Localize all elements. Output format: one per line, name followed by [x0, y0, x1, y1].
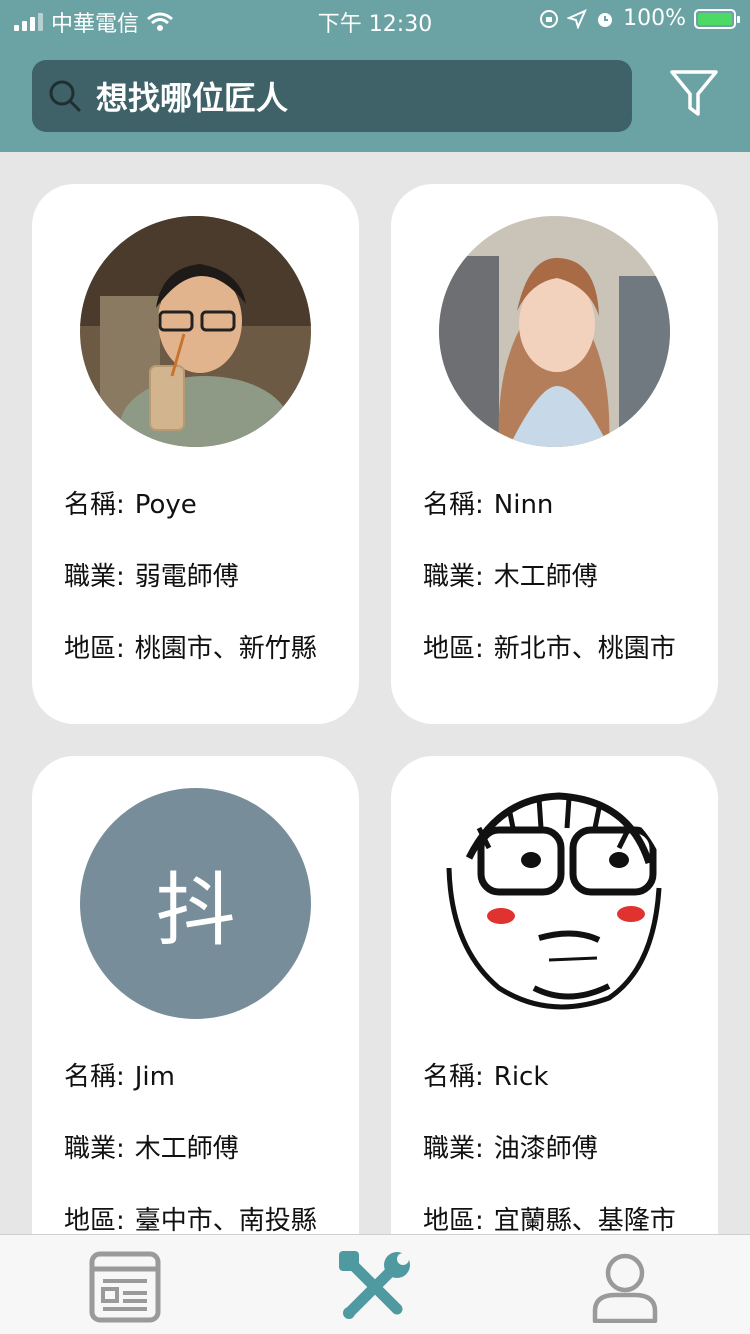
area-value: 臺中市、南投縣: [134, 1206, 317, 1234]
tools-icon: [339, 1251, 410, 1319]
job-value: 木工師傅: [493, 562, 598, 592]
craftsman-grid: 名稱: Poye 職業: 弱電師傅 地區: 桃園市、新竹縣 名稱: Ninn 職業: 木: [32, 184, 718, 1234]
article-icon: [89, 1251, 161, 1323]
craftsman-card[interactable]: 抖 名稱: Jim 職業: 木工師傅 地區: 臺中市、南投縣: [32, 756, 359, 1234]
filter-icon[interactable]: [668, 68, 720, 120]
craftsman-card[interactable]: 名稱: Poye 職業: 弱電師傅 地區: 桃園市、新竹縣: [32, 184, 359, 724]
orientation-lock-icon: [540, 9, 559, 28]
search-bar[interactable]: 想找哪位匠人: [32, 60, 632, 132]
search-placeholder: 想找哪位匠人: [96, 79, 289, 117]
avatar-initial: 抖: [155, 863, 236, 957]
name-row: 名稱: Poye: [64, 490, 197, 520]
job-value: 弱電師傅: [134, 562, 239, 592]
name-value: Rick: [493, 1062, 549, 1092]
avatar: [80, 216, 311, 447]
name-value: Jim: [134, 1062, 175, 1092]
battery-icon: [694, 8, 740, 29]
tab-craftsmen[interactable]: [335, 1247, 415, 1327]
name-row: 名稱: Ninn: [423, 490, 554, 520]
tab-articles[interactable]: [85, 1247, 165, 1327]
area-row: 地區: 桃園市、新竹縣: [64, 634, 317, 664]
job-value: 油漆師傅: [493, 1134, 598, 1164]
job-row: 職業: 木工師傅: [64, 1134, 239, 1164]
area-row: 地區: 新北市、桃園市: [423, 634, 676, 664]
name-row: 名稱: Jim: [64, 1062, 175, 1092]
tab-profile[interactable]: [585, 1247, 665, 1327]
name-value: Poye: [134, 490, 197, 520]
area-row: 地區: 臺中市、南投縣: [64, 1206, 317, 1234]
alarm-icon: [598, 12, 613, 27]
search-icon: [49, 80, 81, 112]
location-icon: [567, 8, 588, 29]
craftsman-card[interactable]: 名稱: Ninn 職業: 木工師傅 地區: 新北市、桃園市: [391, 184, 718, 724]
user-icon: [592, 1253, 658, 1323]
job-row: 職業: 弱電師傅: [64, 562, 239, 592]
header: 中華電信 下午 12:30 100% 想找哪位匠人: [0, 0, 750, 152]
avatar: [439, 788, 670, 1019]
name-value: Ninn: [493, 490, 554, 520]
job-value: 木工師傅: [134, 1134, 239, 1164]
battery-label: 100%: [623, 6, 686, 31]
avatar: 抖: [80, 788, 311, 1019]
avatar: [439, 216, 670, 447]
tab-bar: [0, 1234, 750, 1334]
craftsman-card[interactable]: 名稱: Rick 職業: 油漆師傅 地區: 宜蘭縣、基隆市: [391, 756, 718, 1234]
area-value: 宜蘭縣、基隆市: [493, 1206, 676, 1234]
job-row: 職業: 木工師傅: [423, 562, 598, 592]
name-row: 名稱: Rick: [423, 1062, 549, 1092]
job-row: 職業: 油漆師傅: [423, 1134, 598, 1164]
area-value: 新北市、桃園市: [493, 634, 676, 664]
status-bar: 中華電信 下午 12:30 100%: [0, 0, 750, 40]
area-row: 地區: 宜蘭縣、基隆市: [423, 1206, 676, 1234]
area-value: 桃園市、新竹縣: [134, 634, 317, 664]
